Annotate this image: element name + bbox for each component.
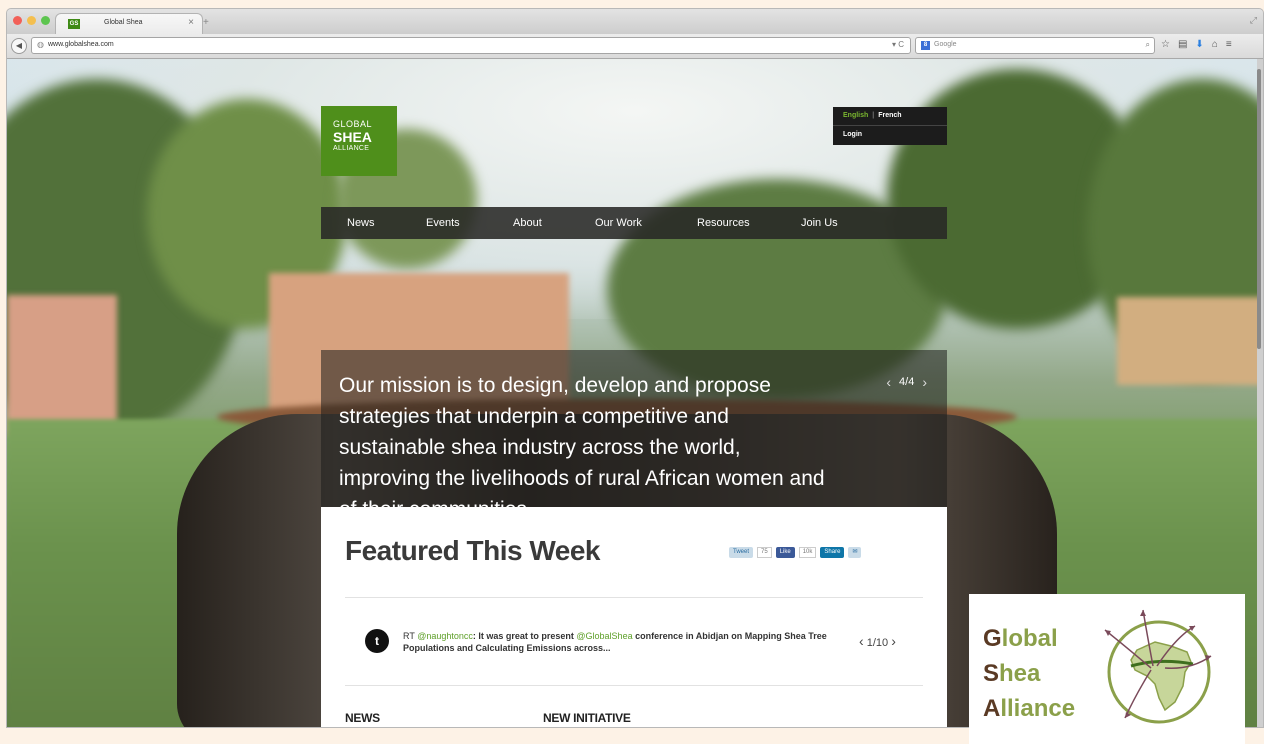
slider-counter: 4/4 (899, 376, 915, 388)
url-text: www.globalshea.com (48, 41, 114, 48)
scrollbar-thumb[interactable] (1257, 69, 1261, 349)
lang-english-link[interactable]: English (843, 112, 868, 119)
tweet-button[interactable]: Tweet (729, 547, 754, 558)
globe-icon: ◍ (37, 40, 44, 49)
logo-cap-s: S (983, 660, 1000, 687)
address-bar[interactable]: ◍ www.globalshea.com ▾ C (31, 37, 911, 54)
search-placeholder: Google (934, 41, 957, 48)
close-window-button[interactable] (13, 16, 22, 25)
logo-rest-alliance: lliance (1000, 695, 1076, 722)
background-house (1117, 297, 1261, 385)
nav-news[interactable]: News (347, 217, 375, 229)
share-buttons: Tweet 75 Like 10k Share ✉ (729, 547, 862, 558)
tweet-middle: : It was great to present (472, 631, 577, 641)
window-controls (13, 16, 50, 25)
slider-controls: ‹ 4/4 › (886, 374, 927, 390)
tweet-text: RT @naughtoncc: It was great to present … (403, 630, 843, 654)
main-navigation: News Events About Our Work Resources Joi… (321, 207, 947, 239)
tweet-user-link[interactable]: @naughtoncc (417, 631, 473, 641)
language-login-box: English | French Login (833, 107, 947, 145)
tweet-prefix: RT (403, 631, 418, 641)
tweet-count: 75 (757, 547, 772, 558)
nav-join-us[interactable]: Join Us (801, 217, 838, 229)
menu-icon[interactable]: ≡ (1226, 39, 1232, 50)
tweet-mention-link[interactable]: @GlobalShea (576, 631, 632, 641)
login-link[interactable]: Login (843, 131, 862, 138)
bookmark-star-icon[interactable]: ☆ (1161, 39, 1170, 50)
lang-french-link[interactable]: French (878, 112, 901, 119)
toolbar-icons: ☆ ▤ ⬇ ⌂ ≡ (1161, 39, 1232, 50)
minimize-window-button[interactable] (27, 16, 36, 25)
mission-banner: Our mission is to design, develop and pr… (321, 350, 947, 510)
search-icon[interactable]: ⌕ (1146, 40, 1150, 50)
zoom-window-button[interactable] (41, 16, 50, 25)
navigation-toolbar: ◀ ◍ www.globalshea.com ▾ C 8 Google ⌕ ☆ … (7, 34, 1263, 59)
tab-global-shea[interactable]: GS Global Shea × (55, 13, 203, 34)
language-switcher: English | French (843, 112, 902, 119)
like-count: 10k (798, 547, 817, 558)
featured-title: Featured This Week (345, 535, 601, 566)
logo-word-alliance: Alliance (983, 695, 1075, 723)
logo-word-global: Global (983, 625, 1058, 653)
background-house (7, 295, 117, 435)
site-logo[interactable]: GLOBAL SHEA ALLIANCE (321, 106, 397, 176)
logo-line-alliance: ALLIANCE (333, 145, 370, 152)
reload-icon[interactable]: ▾ C (892, 40, 904, 49)
logo-cap-g: G (983, 625, 1002, 652)
linkedin-share-button[interactable]: Share (820, 547, 845, 558)
home-icon[interactable]: ⌂ (1212, 39, 1218, 50)
new-tab-button[interactable]: + (203, 17, 209, 28)
email-share-button[interactable]: ✉ (848, 547, 862, 558)
tweet-counter: 1/10 (866, 637, 889, 649)
nav-events[interactable]: Events (426, 217, 460, 229)
divider (345, 685, 923, 686)
global-shea-alliance-logo: Global Shea Alliance (969, 594, 1245, 744)
new-initiative-heading[interactable]: NEW INITIATIVE (543, 711, 631, 725)
nav-about[interactable]: About (513, 217, 542, 229)
back-button[interactable]: ◀ (11, 38, 27, 54)
nav-our-work[interactable]: Our Work (595, 217, 642, 229)
africa-globe-icon (1104, 609, 1212, 724)
site-favicon-icon: GS (68, 19, 80, 29)
bookmarks-list-icon[interactable]: ▤ (1178, 39, 1187, 50)
search-bar[interactable]: 8 Google ⌕ (915, 37, 1155, 54)
tab-close-icon[interactable]: × (188, 17, 194, 28)
page-scrollbar[interactable] (1257, 59, 1261, 727)
logo-rest-shea: hea (999, 660, 1041, 687)
search-engine-icon[interactable]: 8 (921, 41, 930, 50)
facebook-like-button[interactable]: Like (775, 547, 795, 558)
tweet-next-icon[interactable]: › (891, 633, 896, 649)
download-icon[interactable]: ⬇ (1195, 39, 1203, 50)
nav-resources[interactable]: Resources (697, 217, 750, 229)
slider-next-icon[interactable]: › (922, 374, 927, 390)
featured-panel: Featured This Week Tweet 75 Like 10k Sha… (321, 507, 947, 727)
news-heading[interactable]: NEWS (345, 711, 380, 725)
logo-rest-global: lobal (1001, 625, 1058, 652)
fullscreen-icon[interactable]: ⤢ (1250, 15, 1257, 26)
logo-word-shea: Shea (983, 660, 1040, 688)
logo-cap-a: A (983, 695, 1001, 722)
tab-bar: GS Global Shea × + ⤢ (7, 9, 1263, 34)
slider-prev-icon[interactable]: ‹ (886, 374, 891, 390)
mission-statement: Our mission is to design, develop and pr… (339, 374, 825, 510)
logo-line-shea: SHEA (333, 129, 372, 145)
lang-separator: | (872, 112, 875, 119)
tweet-prev-icon[interactable]: ‹ (859, 633, 864, 649)
twitter-icon[interactable]: t (365, 629, 389, 653)
divider (345, 597, 923, 598)
tab-title: Global Shea (104, 19, 143, 26)
tweet-pager: ‹ 1/10 › (859, 633, 896, 649)
divider (833, 125, 947, 126)
